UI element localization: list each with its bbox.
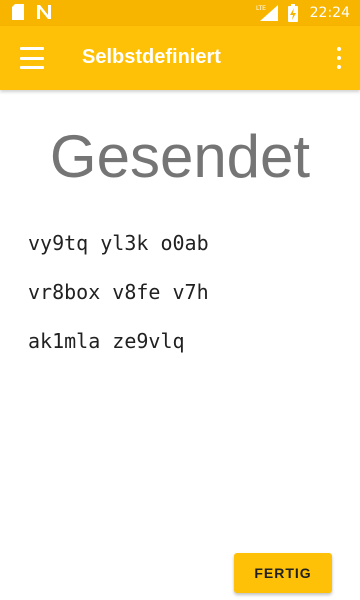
overflow-menu-icon[interactable] [336,47,342,69]
status-time: 22:24 [309,5,350,21]
sd-card-icon [12,4,24,20]
lte-signal-icon: LTE [256,5,278,21]
battery-charging-icon [287,4,298,22]
done-button[interactable]: FERTIG [234,553,332,593]
code-list: vy9tq yl3k o0ab vr8box v8fe v7h ak1mla z… [28,230,209,377]
app-bar: Selbstdefiniert [0,26,360,90]
app-bar-title: Selbstdefiniert [82,46,221,68]
notification-n-icon [37,5,51,19]
code-line-2: vr8box v8fe v7h [28,280,209,304]
code-line-1: vy9tq yl3k o0ab [28,231,209,255]
network-label: LTE [256,5,266,12]
page-heading: Gesendet [49,123,311,190]
hamburger-menu-icon[interactable] [20,47,44,69]
status-bar: LTE 22:24 [0,0,360,26]
code-line-3: ak1mla ze9vlq [28,329,185,353]
